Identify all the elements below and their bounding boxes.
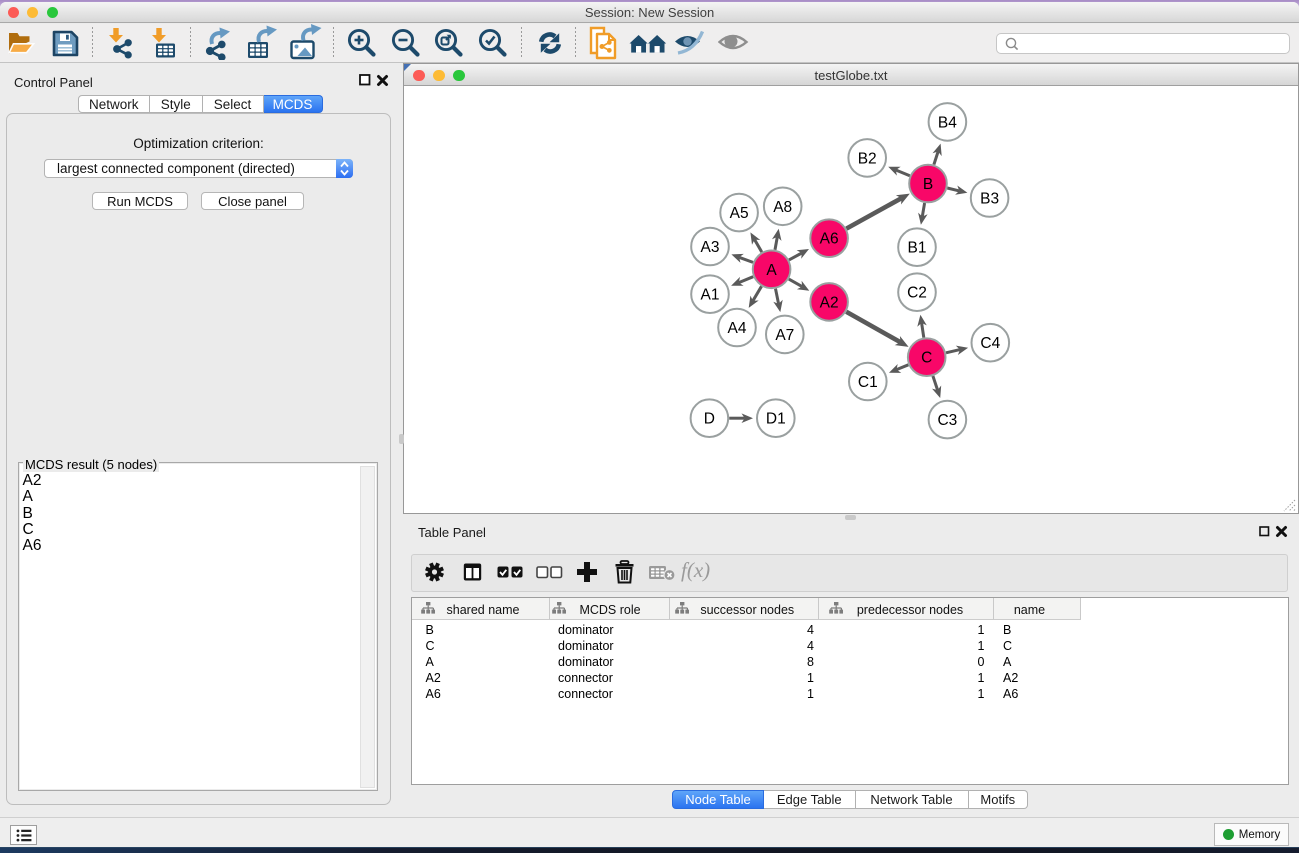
- svg-text:B: B: [923, 176, 933, 193]
- svg-text:C1: C1: [858, 374, 878, 391]
- svg-text:A4: A4: [728, 320, 747, 337]
- svg-text:A8: A8: [773, 199, 792, 216]
- svg-text:C4: C4: [980, 335, 1000, 352]
- svg-text:A7: A7: [775, 327, 794, 344]
- svg-text:A2: A2: [820, 294, 839, 311]
- svg-text:B2: B2: [858, 150, 877, 167]
- svg-text:D: D: [704, 411, 715, 428]
- svg-text:A1: A1: [701, 287, 720, 304]
- svg-text:C2: C2: [907, 285, 927, 302]
- svg-text:C3: C3: [937, 412, 957, 429]
- svg-text:B4: B4: [938, 114, 957, 131]
- svg-text:D1: D1: [766, 411, 786, 428]
- svg-text:C: C: [921, 350, 932, 367]
- svg-text:A6: A6: [820, 231, 839, 248]
- svg-text:A: A: [766, 262, 777, 279]
- svg-text:B3: B3: [980, 191, 999, 208]
- svg-text:A3: A3: [701, 239, 720, 256]
- svg-text:A5: A5: [730, 205, 749, 222]
- svg-text:B1: B1: [908, 240, 927, 257]
